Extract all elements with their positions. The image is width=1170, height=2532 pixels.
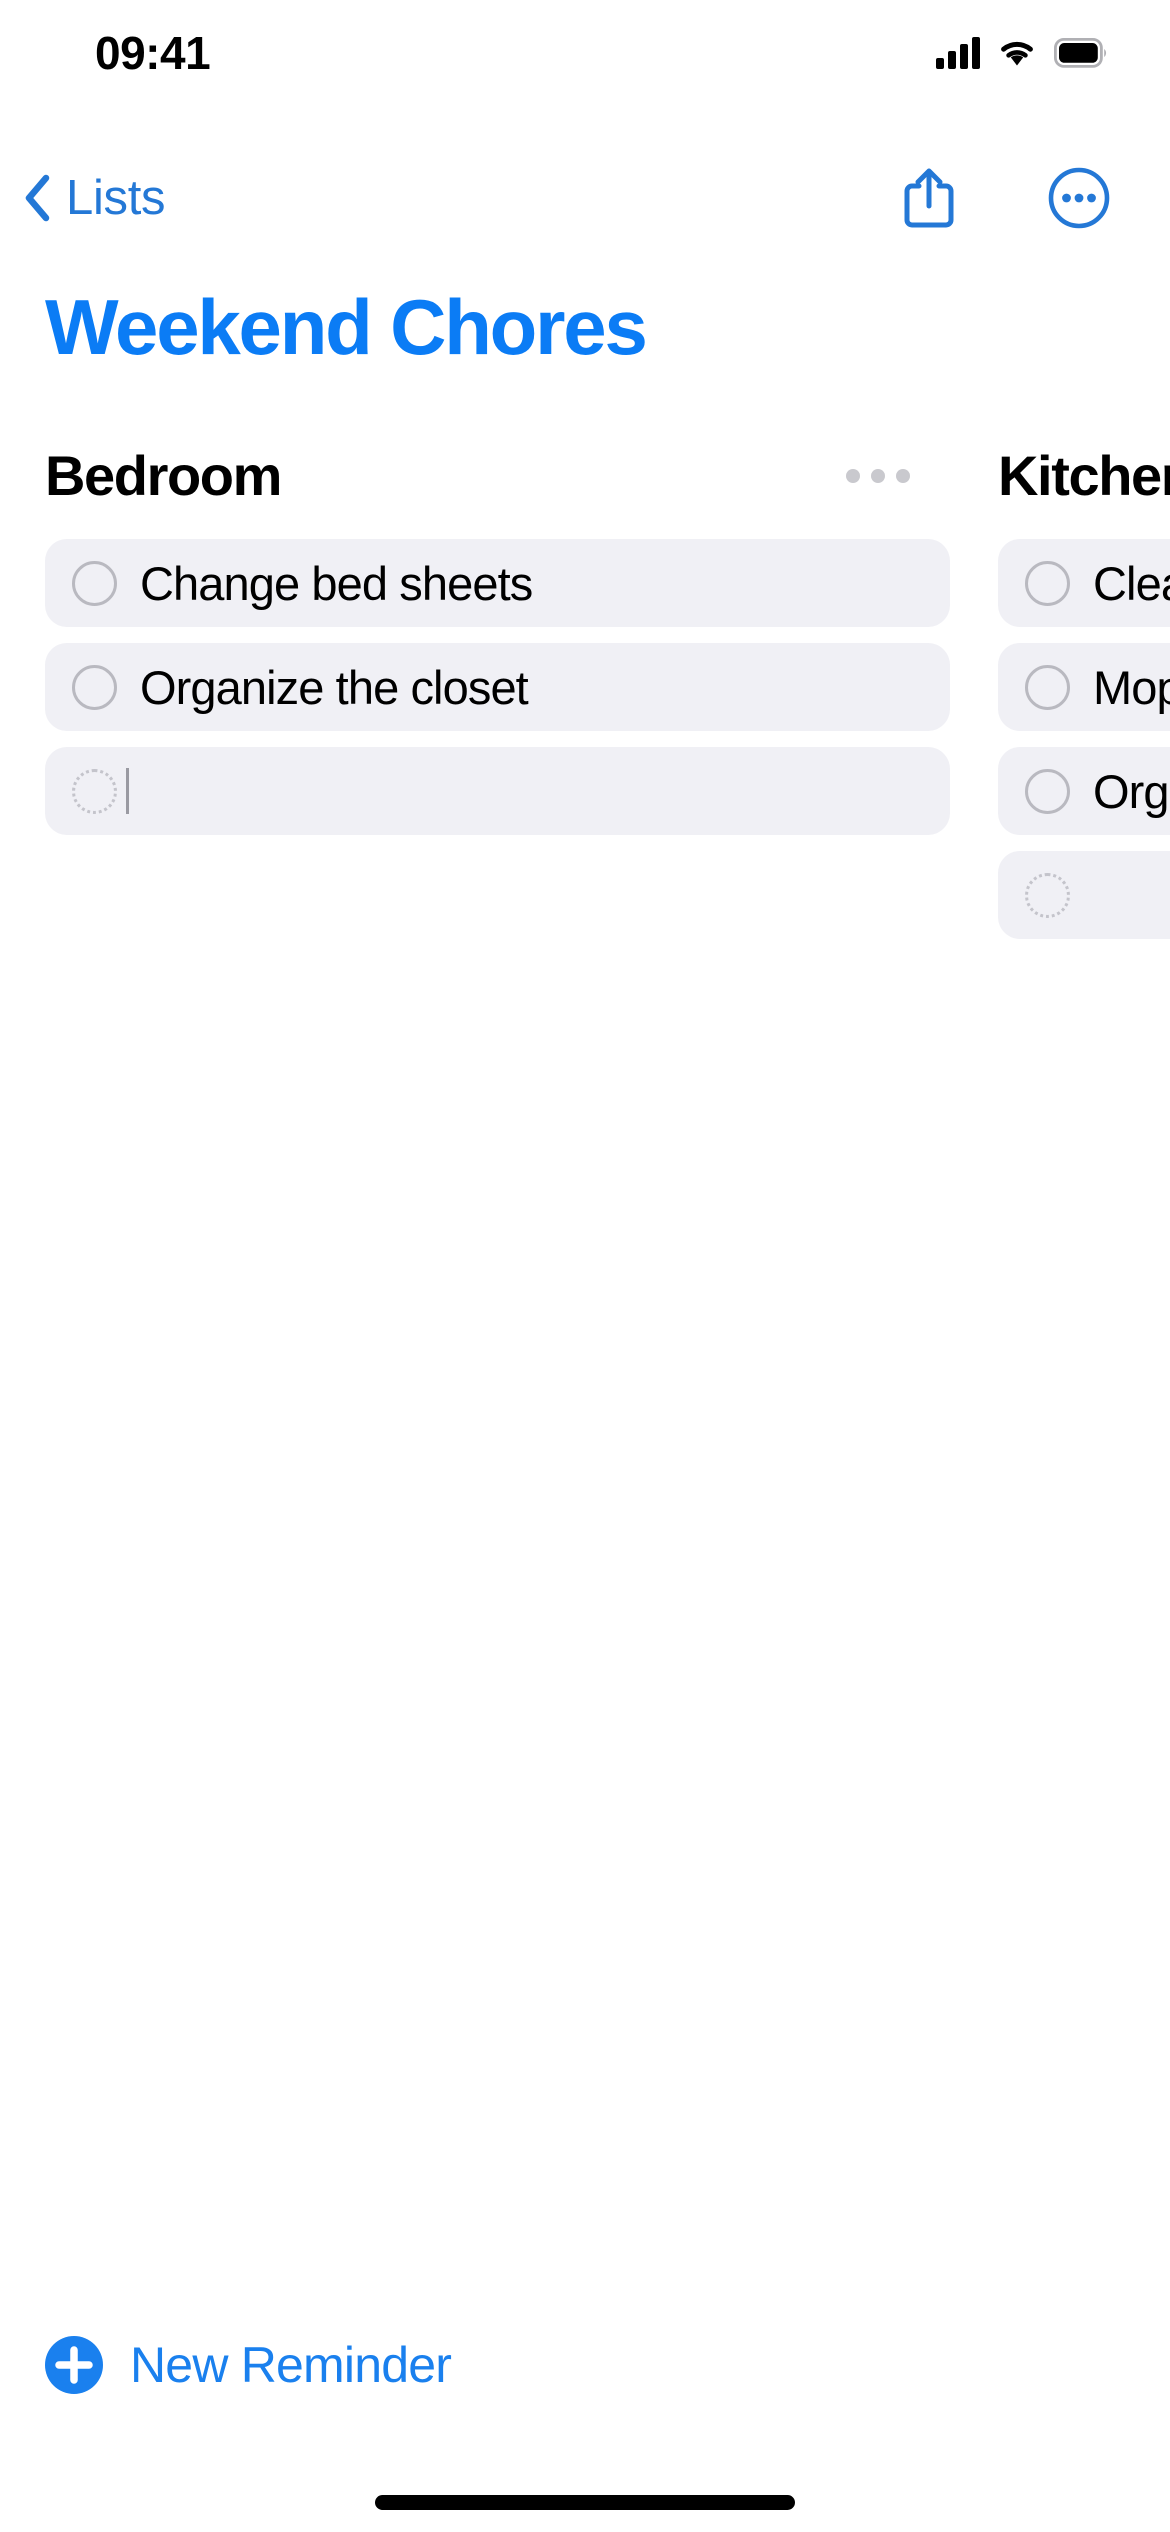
column-bedroom: Bedroom Change bed sheets Organize the c… bbox=[45, 440, 950, 939]
reminder-title: Organize the pantry bbox=[1093, 764, 1170, 818]
unchecked-circle-icon[interactable] bbox=[72, 560, 117, 606]
unchecked-circle-icon[interactable] bbox=[1025, 768, 1070, 814]
reminder-list-bedroom: Change bed sheets Organize the closet bbox=[45, 539, 950, 835]
list-item[interactable]: Change bed sheets bbox=[45, 539, 950, 627]
reminder-title: Change bed sheets bbox=[140, 556, 533, 610]
status-bar-time: 09:41 bbox=[95, 27, 211, 79]
page-title: Weekend Chores bbox=[45, 283, 648, 371]
list-item[interactable]: Clean the counters bbox=[998, 539, 1170, 627]
list-item[interactable]: Organize the pantry bbox=[998, 747, 1170, 835]
status-bar-indicators bbox=[936, 37, 1108, 69]
text-cursor bbox=[126, 768, 129, 814]
plus-circle-filled-icon bbox=[45, 2336, 103, 2394]
unchecked-circle-icon[interactable] bbox=[1025, 664, 1070, 710]
section-header-kitchen: Kitchen bbox=[998, 440, 1170, 512]
reminder-list-kitchen: Clean the counters Mop the floor Organiz… bbox=[998, 539, 1170, 939]
share-icon[interactable] bbox=[902, 167, 956, 229]
cellular-signal-icon bbox=[936, 37, 980, 69]
section-title: Kitchen bbox=[998, 444, 1170, 507]
back-button-label: Lists bbox=[66, 170, 166, 225]
section-header-bedroom: Bedroom bbox=[45, 440, 950, 512]
reminder-columns-board: Bedroom Change bed sheets Organize the c… bbox=[0, 440, 1170, 939]
unchecked-circle-icon[interactable] bbox=[72, 664, 117, 710]
unchecked-circle-icon[interactable] bbox=[1025, 560, 1070, 606]
nav-action-buttons bbox=[902, 167, 1110, 229]
new-reminder-dotted-circle-icon[interactable] bbox=[72, 768, 117, 814]
new-reminder-button[interactable]: New Reminder bbox=[45, 2336, 452, 2394]
back-to-lists-button[interactable]: Lists bbox=[22, 170, 166, 225]
new-reminder-dotted-circle-icon[interactable] bbox=[1025, 872, 1070, 918]
reminder-title: Mop the floor bbox=[1093, 660, 1170, 714]
new-reminder-label: New Reminder bbox=[130, 2337, 452, 2393]
more-circle-icon[interactable] bbox=[1048, 167, 1110, 229]
list-item[interactable]: Organize the closet bbox=[45, 643, 950, 731]
column-kitchen: Kitchen Clean the counters Mop the floor… bbox=[998, 440, 1170, 939]
list-item[interactable]: Mop the floor bbox=[998, 643, 1170, 731]
navigation-bar: Lists bbox=[0, 155, 1170, 241]
section-more-icon[interactable] bbox=[846, 469, 910, 483]
home-indicator[interactable] bbox=[375, 2495, 795, 2510]
wifi-icon bbox=[1001, 41, 1033, 66]
chevron-left-icon bbox=[25, 174, 50, 222]
reminder-title: Organize the closet bbox=[140, 660, 529, 714]
section-title: Bedroom bbox=[45, 444, 282, 507]
new-reminder-row[interactable] bbox=[45, 747, 950, 835]
battery-full-icon bbox=[1054, 38, 1107, 68]
status-bar: 09:41 bbox=[0, 0, 1170, 100]
new-reminder-row[interactable] bbox=[998, 851, 1170, 939]
reminder-title: Clean the counters bbox=[1093, 556, 1170, 610]
